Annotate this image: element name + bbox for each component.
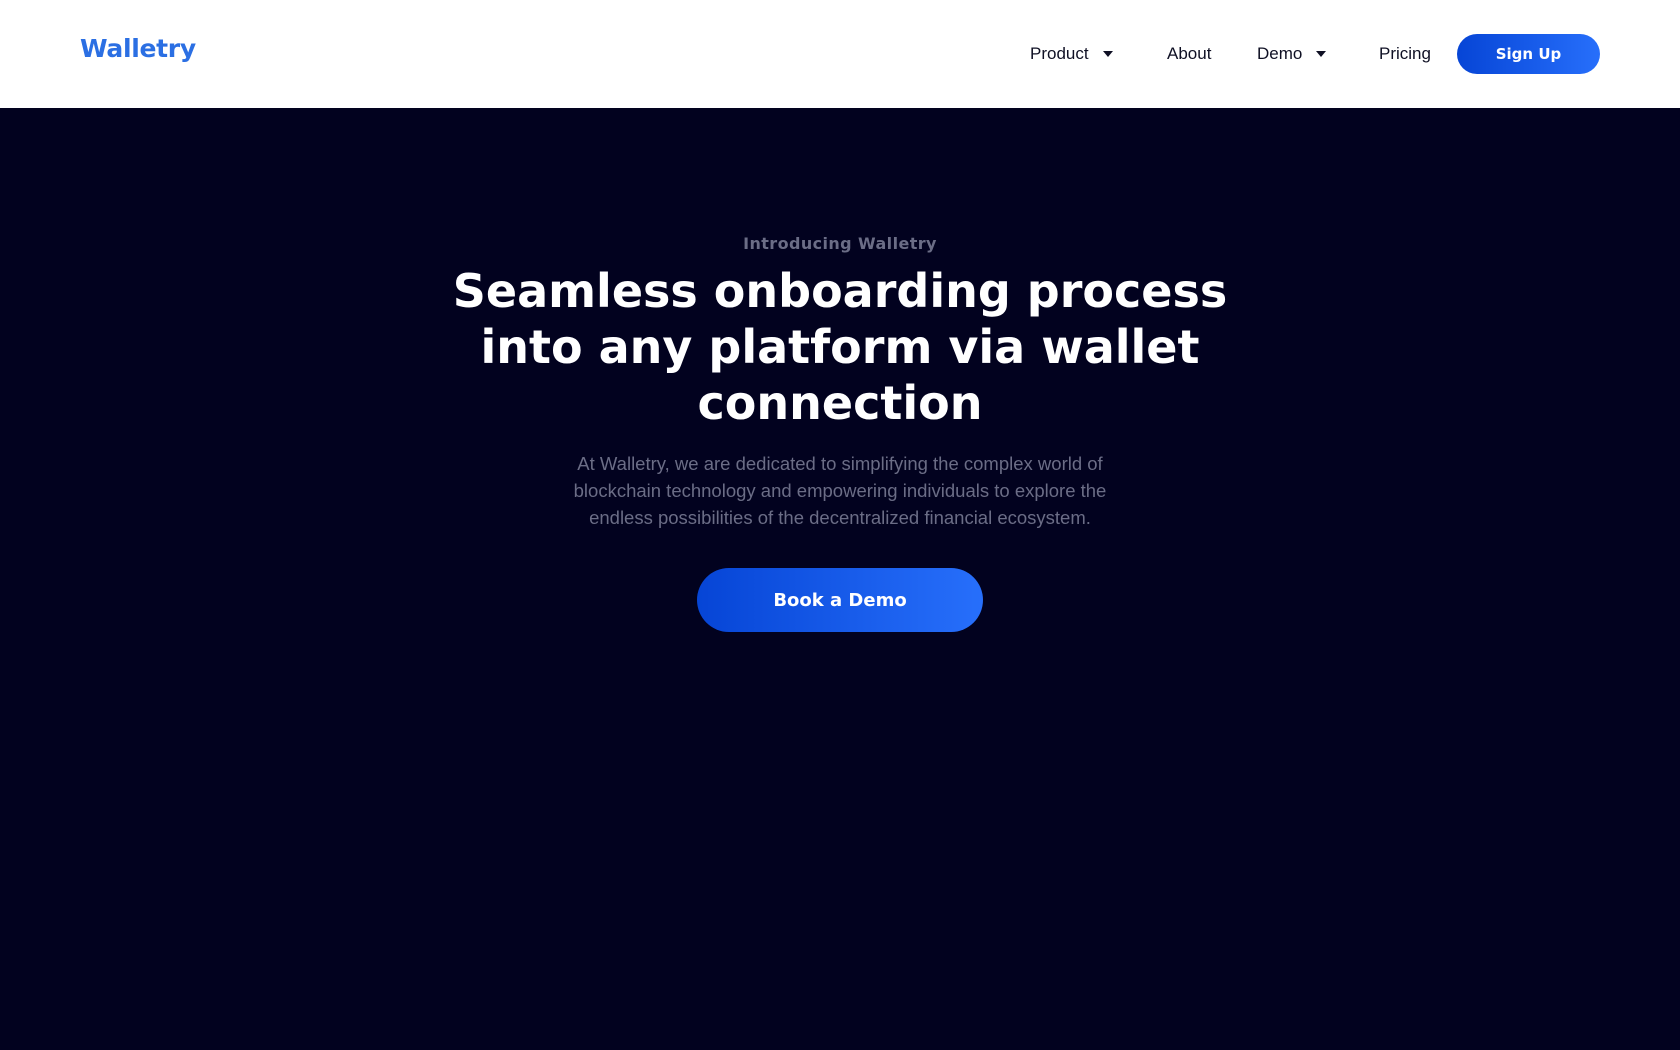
hero-eyebrow: Introducing Walletry [743, 234, 937, 253]
nav-item-demo[interactable]: Demo [1257, 44, 1379, 64]
sign-up-button[interactable]: Sign Up [1457, 34, 1600, 74]
caret-down-icon [1102, 51, 1113, 57]
nav-item-label: About [1167, 44, 1212, 63]
nav-item-label: Product [1030, 44, 1089, 63]
main-nav: Product About Demo Pricing [1030, 0, 1457, 108]
hero-section: Introducing Walletry Seamless onboarding… [0, 108, 1680, 1050]
brand-logo[interactable]: Walletry [80, 34, 196, 63]
navbar: Walletry Product About Demo Pricing Sign… [0, 0, 1680, 108]
hero-headline: Seamless onboarding process into any pla… [452, 264, 1228, 430]
nav-item-label: Pricing [1379, 44, 1431, 63]
book-demo-button[interactable]: Book a Demo [697, 568, 983, 632]
nav-item-product[interactable]: Product [1030, 44, 1167, 64]
hero-description: At Walletry, we are dedicated to simplif… [573, 453, 1107, 528]
nav-item-pricing[interactable]: Pricing [1379, 44, 1457, 64]
nav-item-label: Demo [1257, 44, 1303, 63]
caret-down-icon [1316, 51, 1327, 57]
nav-item-about[interactable]: About [1167, 44, 1257, 64]
